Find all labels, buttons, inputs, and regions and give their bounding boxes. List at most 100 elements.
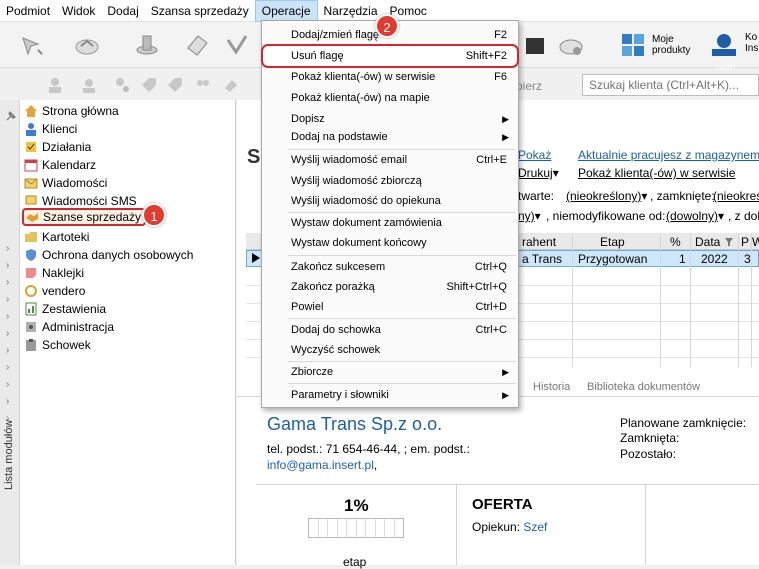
menu-item-parametry-slowniki[interactable]: Parametry i słowniki ▶	[263, 385, 517, 405]
menu-item-powiel[interactable]: Powiel Ctrl+D	[263, 297, 517, 317]
module-list-label: Lista modułów	[3, 419, 15, 490]
module-klienci[interactable]: Klienci	[24, 120, 77, 138]
eraser-icon[interactable]	[182, 30, 212, 60]
person-gear-icon[interactable]	[112, 76, 130, 94]
module-ochrona-danych[interactable]: Ochrona danych osobowych	[24, 246, 193, 264]
pin-icon[interactable]	[5, 110, 17, 122]
menu-item-pokaz-w-serwisie[interactable]: Pokaż klienta(-ów) w serwisie F6	[263, 67, 517, 87]
users-icon[interactable]	[194, 76, 212, 94]
magazyn-link[interactable]: Aktualnie pracujesz z magazynem - M	[578, 148, 759, 162]
menu-item-dodaj-do-schowka[interactable]: Dodaj do schowka Ctrl+C	[263, 320, 517, 340]
module-list-strip[interactable]: Lista modułów › › › › › › › › › › ›	[0, 100, 20, 565]
wybierz-label[interactable]: bierz	[516, 79, 542, 93]
niemodyfikowane-label: , niemodyfikowane od:	[546, 209, 666, 223]
module-vendero[interactable]: vendero	[24, 282, 85, 300]
menu-szansa-sprzedazy[interactable]: Szansa sprzedaży	[145, 0, 255, 22]
chevron-right-icon[interactable]: ›	[6, 379, 9, 390]
pokaz-link[interactable]: Pokaż	[518, 148, 551, 162]
menu-item-usun-flage[interactable]: Usuń flagę Shift+F2	[261, 44, 519, 68]
menu-item-dopisz[interactable]: Dopisz ▶	[263, 109, 517, 129]
module-zestawienia[interactable]: Zestawienia	[24, 300, 106, 318]
menu-item-wyczysc-schowek[interactable]: Wyczyść schowek	[263, 340, 517, 360]
clipboard-icon	[26, 339, 36, 351]
tel-info: tel. podst.: 71 654-46-44, ; em. podst.:	[267, 442, 470, 456]
col-p[interactable]: P	[741, 235, 749, 249]
module-dzialania[interactable]: Działania	[24, 138, 91, 156]
chevron-right-icon[interactable]: ›	[6, 345, 9, 356]
menu-podmiot[interactable]: Podmiot	[0, 0, 56, 22]
module-szanse-sprzedazy[interactable]: Szanse sprzedaży	[22, 208, 147, 226]
menu-item-dodaj-na-podstawie[interactable]: Dodaj na podstawie ▶	[263, 127, 517, 147]
person-hat-icon[interactable]	[80, 76, 98, 94]
row-pointer-icon	[252, 253, 260, 263]
col-w[interactable]: W	[752, 235, 759, 249]
menu-operacje[interactable]: Operacje	[254, 0, 318, 22]
moje-produkty-label: Moje produkty	[652, 34, 691, 56]
ny-filter[interactable]: ny)▾	[518, 209, 541, 223]
chevron-right-icon[interactable]: ›	[6, 243, 9, 254]
search-client-input[interactable]	[582, 74, 759, 96]
chevron-right-icon[interactable]: ›	[6, 362, 9, 373]
col-pct[interactable]: %	[670, 235, 681, 249]
person-icon[interactable]	[46, 76, 64, 94]
menu-item-zbiorcze[interactable]: Zbiorcze ▶	[263, 362, 517, 382]
menu-item-zakoncz-porazka[interactable]: Zakończ porażką Shift+Ctrl+Q	[263, 277, 517, 297]
module-wiadomosci[interactable]: Wiadomości	[24, 174, 107, 192]
tag-icon[interactable]	[140, 76, 158, 94]
menu-dodaj[interactable]: Dodaj	[101, 0, 144, 22]
filter-icon[interactable]	[725, 238, 733, 246]
email-link[interactable]: info@gama.insert.pl	[267, 458, 374, 472]
zamkniete-filter[interactable]: (nieokreślo	[713, 189, 759, 203]
col-data[interactable]: Data	[695, 235, 720, 249]
col-etap[interactable]: Etap	[600, 235, 625, 249]
tab-historia[interactable]: Historia	[533, 381, 570, 393]
konto-label[interactable]: Ko Ins	[745, 32, 758, 54]
otwarte-filter[interactable]: (nieokreślony)▾	[566, 189, 647, 203]
drukuj-button[interactable]: Drukuj▾	[518, 166, 559, 180]
module-kartoteki[interactable]: Kartoteki	[24, 228, 89, 246]
menu-item-wyslij-do-opiekuna[interactable]: Wyślij wiadomość do opiekuna	[263, 191, 517, 211]
tag-check-icon[interactable]	[166, 76, 184, 94]
cloud-arrow-icon[interactable]	[72, 30, 102, 60]
chevron-right-icon[interactable]: ›	[6, 311, 9, 322]
chevron-right-icon[interactable]: ›	[6, 328, 9, 339]
dark-box-icon[interactable]	[520, 30, 550, 60]
pokaz-serwis-link[interactable]: Pokaż klienta(-ów) w serwisie	[578, 166, 735, 180]
chevron-right-icon[interactable]: ›	[6, 396, 9, 407]
module-schowek[interactable]: Schowek	[24, 336, 91, 354]
chevron-right-icon[interactable]: ›	[6, 294, 9, 305]
pen-check-icon[interactable]	[222, 30, 252, 60]
module-strona-glowna[interactable]: Strona główna	[24, 102, 119, 120]
disk-stack-icon[interactable]	[132, 30, 162, 60]
sms-icon	[25, 195, 37, 207]
menu-item-wyslij-email[interactable]: Wyślij wiadomość email Ctrl+E	[263, 150, 517, 170]
menu-item-wyslij-zbiorcza[interactable]: Wyślij wiadomość zbiorczą	[263, 171, 517, 191]
progress-bar	[308, 518, 404, 538]
handshake-icon	[26, 213, 38, 222]
menu-item-pokaz-na-mapie[interactable]: Pokaż klienta(-ów) na mapie	[263, 88, 517, 108]
secondary-toolbar	[22, 70, 262, 100]
chevron-right-icon[interactable]: ›	[6, 277, 9, 288]
menu-widok[interactable]: Widok	[56, 0, 101, 22]
tab-biblioteka[interactable]: Biblioteka dokumentów	[587, 381, 700, 393]
chevron-right-icon[interactable]: ›	[6, 260, 9, 271]
menu-item-wystaw-zamowienia[interactable]: Wystaw dokument zamówienia	[263, 213, 517, 233]
menu-item-wystaw-koncowy[interactable]: Wystaw dokument końcowy	[263, 233, 517, 253]
menu-item-zakoncz-sukcesem[interactable]: Zakończ sukcesem Ctrl+Q	[263, 257, 517, 277]
insert-logo-icon[interactable]	[710, 30, 738, 58]
module-kalendarz[interactable]: Kalendarz	[24, 156, 96, 174]
module-administracja[interactable]: Administracja	[24, 318, 114, 336]
module-naklejki[interactable]: Naklejki	[24, 264, 84, 282]
select-tool-icon[interactable]	[18, 30, 48, 60]
cloud-gear-icon[interactable]	[556, 30, 586, 60]
moje-produkty-button[interactable]: Moje produkty	[620, 32, 696, 58]
menu-narzedzia[interactable]: Narzędzia	[318, 0, 384, 22]
col-kontrahent[interactable]: rahent	[522, 235, 556, 249]
progress-percent: 1%	[344, 496, 369, 515]
opiekun-link[interactable]: Szef	[523, 520, 547, 534]
dowolny-filter[interactable]: (dowolny)▾	[666, 209, 724, 223]
eraser-small-icon[interactable]	[222, 76, 240, 94]
opiekun-line: Opiekun: Szef	[472, 520, 548, 534]
submenu-arrow-icon: ▶	[502, 132, 509, 142]
chevron-right-icon[interactable]: ›	[6, 413, 9, 424]
